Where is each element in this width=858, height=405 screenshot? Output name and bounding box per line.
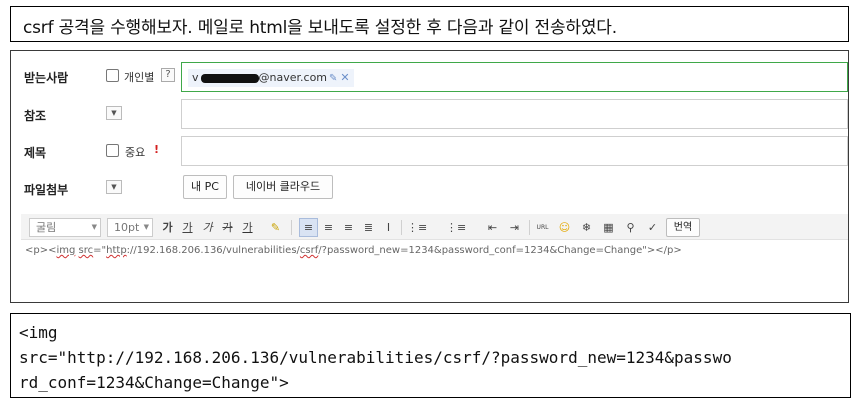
chevron-down-icon: ▼ [91, 223, 97, 231]
editor-text: img [56, 245, 76, 256]
editor-text: http [106, 245, 127, 256]
subject-row: 제목 중요 ! [11, 135, 848, 167]
special-char-icon[interactable]: ❄ [577, 218, 596, 237]
highlight-icon[interactable]: ✎ [266, 218, 285, 237]
search-icon[interactable]: ⚲ [621, 218, 640, 237]
recipient-row: 받는사람 개인별 ? v @naver.com ✎ ✕ [11, 61, 848, 93]
cc-label: 참조 [24, 109, 47, 123]
code-line-2: src="http://192.168.206.136/vulnerabilit… [19, 348, 732, 367]
important-mark: ! [154, 143, 160, 156]
editor-text: src [78, 245, 94, 256]
email-suffix: @naver.com [258, 71, 328, 84]
outdent-icon[interactable]: ⇤ [483, 218, 502, 237]
link-button[interactable]: URL [533, 218, 552, 237]
editor-text: ://192.168.206.136/vulnerabilities/ [126, 245, 300, 256]
italic-button[interactable]: 가 [198, 218, 217, 237]
align-right-icon[interactable]: ≡ [339, 218, 358, 237]
important-checkbox[interactable] [106, 144, 119, 157]
editor-toolbar: 굴림 ▼ 10pt ▼ 가 가 가 가 가 ✎ ≡ ≡ ≡ ≣ I ⋮≡ ⋮≡ ⇤ … [21, 214, 848, 240]
underline-button[interactable]: 가 [178, 218, 197, 237]
align-justify-icon[interactable]: ≣ [359, 218, 378, 237]
editor-text: =" [93, 245, 107, 256]
editor-text: /?password_new=1234&password_conf=1234&C… [318, 245, 682, 256]
code-line-1: <img [19, 323, 58, 342]
individual-checkbox[interactable] [106, 69, 119, 82]
redacted-email [200, 73, 259, 83]
font-family-value: 굴림 [36, 221, 57, 234]
code-text: <img src="http://192.168.206.136/vulnera… [19, 320, 732, 395]
toolbar-separator [401, 220, 402, 235]
edit-icon[interactable]: ✎ [329, 73, 337, 84]
toolbar-separator [529, 220, 530, 235]
caption-text: csrf 공격을 수행해보자. 메일로 html을 보내도록 설정한 후 다음과… [23, 18, 617, 38]
editor-text: <p>< [25, 245, 57, 256]
font-size-select[interactable]: 10pt ▼ [107, 218, 153, 237]
bullet-list-icon[interactable]: ⋮≡ [446, 218, 466, 237]
bold-button[interactable]: 가 [158, 218, 177, 237]
subject-input[interactable] [181, 136, 848, 166]
mail-compose-form: 받는사람 개인별 ? v @naver.com ✎ ✕ 참조 ▼ 제목 중요 ! 파일… [10, 50, 849, 303]
line-height-icon[interactable]: I [379, 218, 398, 237]
recipient-input[interactable]: v @naver.com ✎ ✕ [181, 62, 848, 92]
attachment-row: 파일첨부 ▼ 내 PC 네이버 클라우드 [11, 172, 848, 204]
important-label: 중요 [125, 146, 146, 159]
translate-button[interactable]: 번역 [666, 218, 700, 237]
cc-row: 참조 ▼ [11, 98, 848, 130]
remove-icon[interactable]: ✕ [340, 71, 349, 84]
table-icon[interactable]: ▦ [599, 218, 618, 237]
subject-label: 제목 [24, 146, 47, 160]
emoticon-icon[interactable]: ☺ [555, 218, 574, 237]
font-color-button[interactable]: 가 [238, 218, 257, 237]
align-left-icon[interactable]: ≡ [299, 218, 318, 237]
editor-text: csrf [299, 245, 319, 256]
toolbar-separator [291, 220, 292, 235]
cc-dropdown-icon[interactable]: ▼ [106, 106, 122, 120]
editor-content[interactable]: <p><img src="http://192.168.206.136/vuln… [25, 245, 682, 256]
spellcheck-icon[interactable]: ✓ [643, 218, 662, 237]
naver-cloud-button[interactable]: 네이버 클라우드 [233, 175, 333, 199]
align-center-icon[interactable]: ≡ [319, 218, 338, 237]
recipient-label: 받는사람 [24, 71, 69, 85]
help-icon[interactable]: ? [161, 68, 175, 82]
chevron-down-icon: ▼ [143, 223, 149, 231]
numbered-list-icon[interactable]: ⋮≡ [407, 218, 427, 237]
indent-icon[interactable]: ⇥ [505, 218, 524, 237]
font-family-select[interactable]: 굴림 ▼ [29, 218, 101, 237]
cc-input[interactable] [181, 99, 848, 129]
strikethrough-button[interactable]: 가 [218, 218, 237, 237]
code-line-3: rd_conf=1234&Change=Change"> [19, 373, 289, 392]
code-block: <img src="http://192.168.206.136/vulnera… [10, 313, 851, 398]
caption-box: csrf 공격을 수행해보자. 메일로 html을 보내도록 설정한 후 다음과… [10, 6, 849, 42]
individual-label: 개인별 [124, 71, 155, 84]
my-pc-button[interactable]: 내 PC [183, 175, 227, 199]
recipient-chip[interactable]: v @naver.com ✎ ✕ [188, 69, 354, 87]
font-size-value: 10pt [114, 221, 140, 234]
attachment-dropdown-icon[interactable]: ▼ [106, 180, 122, 194]
attachment-label: 파일첨부 [24, 183, 69, 197]
